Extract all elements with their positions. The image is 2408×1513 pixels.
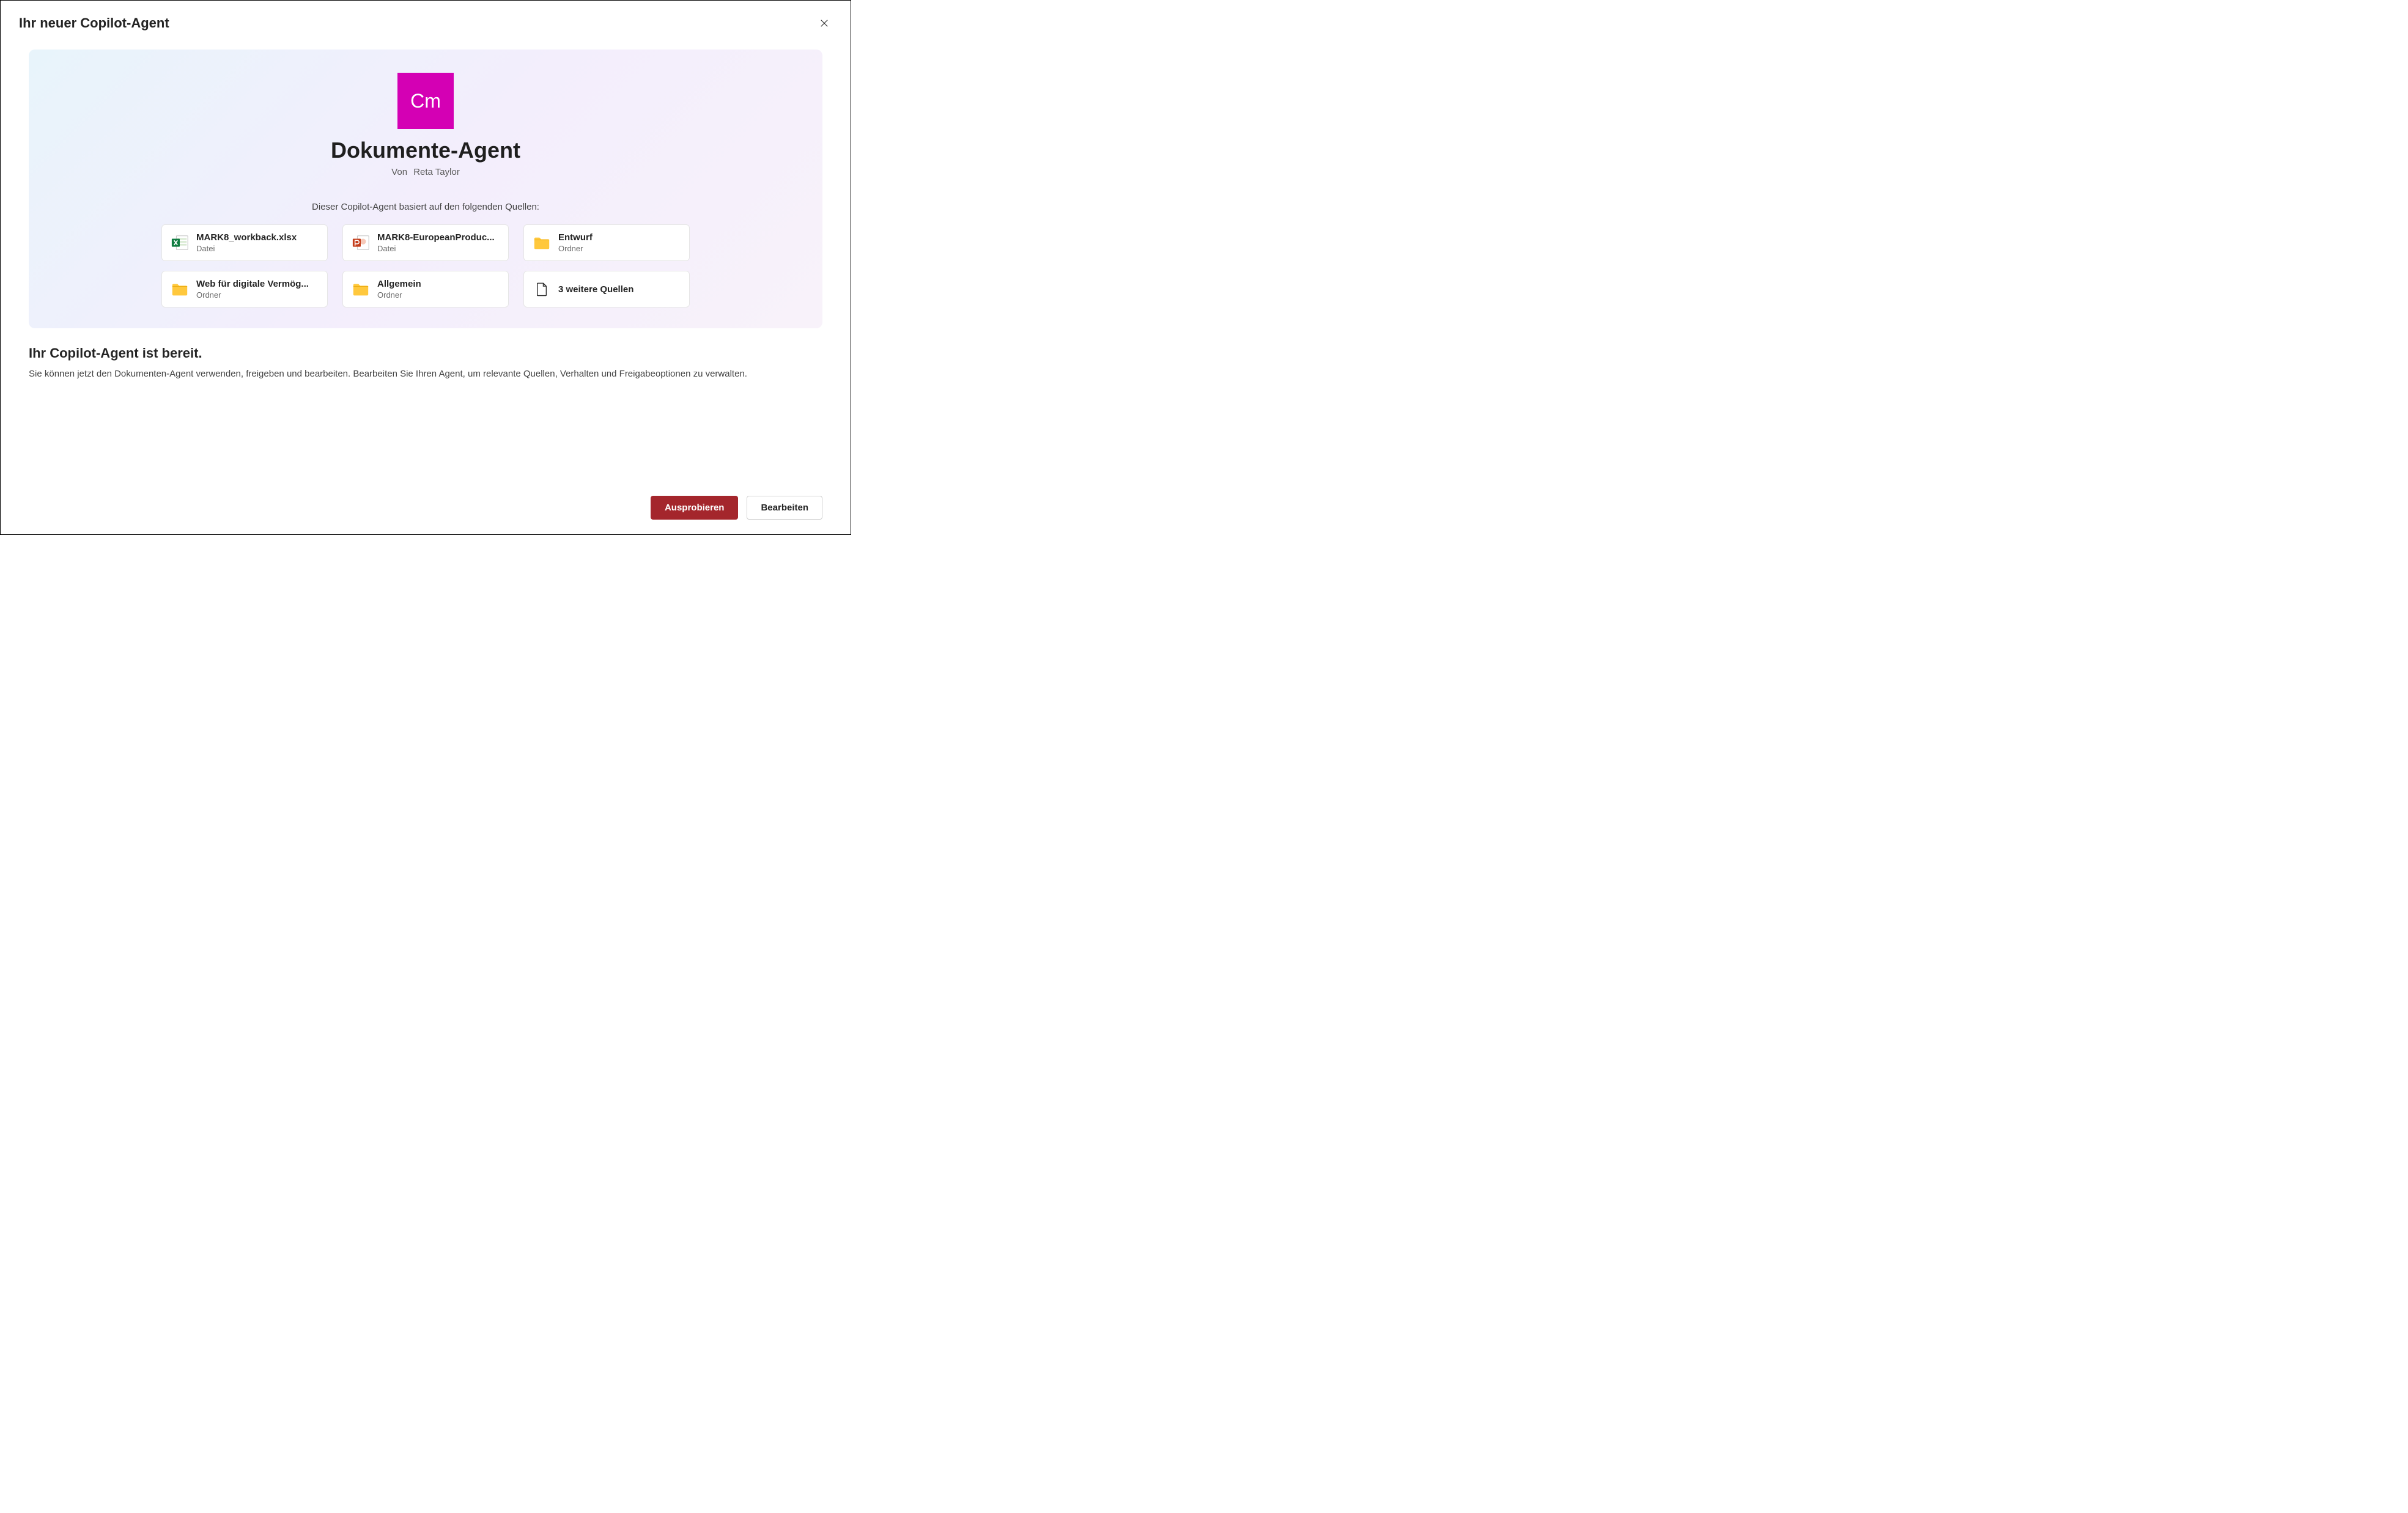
ready-description: Sie können jetzt den Dokumenten-Agent ve… bbox=[29, 367, 822, 380]
source-text: MARK8-EuropeanProduc... Datei bbox=[377, 232, 495, 253]
document-icon bbox=[533, 280, 551, 298]
sources-intro: Dieser Copilot-Agent basiert auf den fol… bbox=[312, 202, 539, 212]
source-text: MARK8_workback.xlsx Datei bbox=[196, 232, 297, 253]
agent-hero-panel: Cm Dokumente-Agent Von Reta Taylor Diese… bbox=[29, 50, 822, 328]
source-name: 3 weitere Quellen bbox=[558, 284, 633, 295]
folder-icon bbox=[352, 280, 370, 298]
close-icon bbox=[819, 18, 830, 29]
source-type: Ordner bbox=[377, 290, 421, 300]
agent-badge-text: Cm bbox=[410, 90, 441, 112]
ready-section: Ihr Copilot-Agent ist bereit. Sie können… bbox=[29, 345, 822, 380]
source-type: Datei bbox=[377, 244, 495, 253]
agent-author: Von Reta Taylor bbox=[391, 167, 460, 177]
source-name: Allgemein bbox=[377, 279, 421, 289]
agent-badge: Cm bbox=[397, 73, 454, 129]
source-text: Allgemein Ordner bbox=[377, 279, 421, 300]
source-card[interactable]: MARK8_workback.xlsx Datei bbox=[161, 224, 328, 261]
dialog-header: Ihr neuer Copilot-Agent bbox=[1, 1, 851, 37]
dialog-footer: Ausprobieren Bearbeiten bbox=[651, 496, 822, 520]
source-name: MARK8_workback.xlsx bbox=[196, 232, 297, 243]
source-name: Web für digitale Vermög... bbox=[196, 279, 309, 289]
try-button[interactable]: Ausprobieren bbox=[651, 496, 739, 520]
agent-author-prefix: Von bbox=[391, 167, 407, 177]
powerpoint-icon bbox=[352, 234, 370, 252]
source-type: Datei bbox=[196, 244, 297, 253]
folder-icon bbox=[171, 280, 189, 298]
source-type: Ordner bbox=[558, 244, 593, 253]
close-button[interactable] bbox=[816, 15, 832, 31]
source-text: 3 weitere Quellen bbox=[558, 284, 633, 295]
source-card[interactable]: MARK8-EuropeanProduc... Datei bbox=[342, 224, 509, 261]
source-name: Entwurf bbox=[558, 232, 593, 243]
edit-button[interactable]: Bearbeiten bbox=[747, 496, 822, 520]
agent-author-name: Reta Taylor bbox=[413, 167, 460, 177]
source-text: Web für digitale Vermög... Ordner bbox=[196, 279, 309, 300]
source-type: Ordner bbox=[196, 290, 309, 300]
folder-icon bbox=[533, 234, 551, 252]
source-card[interactable]: Entwurf Ordner bbox=[523, 224, 690, 261]
source-card[interactable]: Web für digitale Vermög... Ordner bbox=[161, 271, 328, 307]
source-text: Entwurf Ordner bbox=[558, 232, 593, 253]
ready-heading: Ihr Copilot-Agent ist bereit. bbox=[29, 345, 822, 361]
source-name: MARK8-EuropeanProduc... bbox=[377, 232, 495, 243]
sources-grid: MARK8_workback.xlsx Datei MARK8-European… bbox=[161, 224, 690, 307]
excel-icon bbox=[171, 234, 189, 252]
dialog-title: Ihr neuer Copilot-Agent bbox=[19, 15, 169, 31]
source-card-more[interactable]: 3 weitere Quellen bbox=[523, 271, 690, 307]
agent-name: Dokumente-Agent bbox=[331, 138, 520, 163]
source-card[interactable]: Allgemein Ordner bbox=[342, 271, 509, 307]
